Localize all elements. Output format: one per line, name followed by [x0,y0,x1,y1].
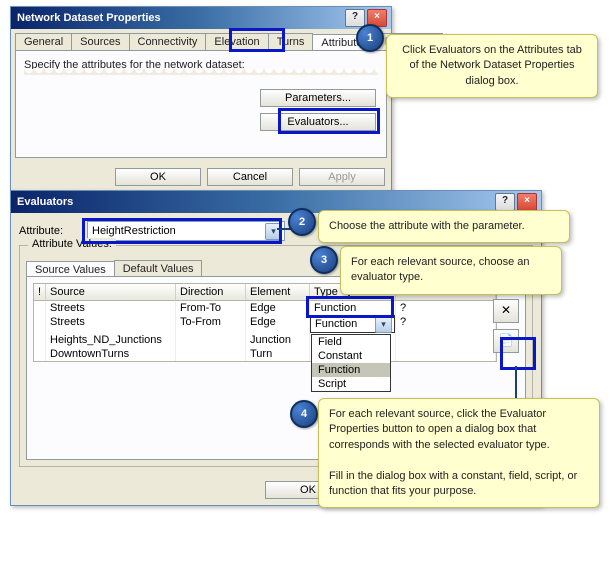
type-option[interactable]: Field [312,335,390,349]
cell-direction: From-To [176,301,246,315]
chevron-down-icon[interactable]: ▾ [265,223,282,240]
properties-icon: 📄 [499,333,514,347]
callout-number-2: 2 [288,208,316,236]
cell-direction [176,333,246,347]
subtab-default-values[interactable]: Default Values [114,260,203,277]
titlebar-props: Network Dataset Properties ? × [11,7,391,29]
type-option[interactable]: Constant [312,349,390,363]
table-row[interactable]: Streets From-To Edge Function ? [34,301,496,315]
callout-box-2: Choose the attribute with the parameter. [318,210,570,243]
callout-box-3: For each relevant source, choose an eval… [340,246,562,295]
cell-element: Edge [246,301,310,315]
callout-number-3: 3 [310,246,338,274]
table-row[interactable]: DowntownTurns Turn [34,347,496,361]
tab-elevation[interactable]: Elevation [205,33,268,50]
table-row[interactable]: Heights_ND_Junctions Junction [34,333,496,347]
cell-source: Streets [46,301,176,315]
col-direction[interactable]: Direction [176,284,246,301]
callout-number-1: 1 [356,24,384,52]
cell-direction: To-From [176,315,246,333]
parameters-button[interactable]: Parameters... [260,89,376,107]
cell-element: Junction [246,333,310,347]
type-option[interactable]: Script [312,377,390,391]
cell-value [396,333,496,347]
tab-turns[interactable]: Turns [268,33,314,50]
sources-grid: ! Source Direction Element Type Value St… [33,283,497,362]
x-icon: ✕ [501,303,511,317]
help-icon[interactable]: ? [495,193,515,211]
tabpanel-props: Specify the attributes for the network d… [15,50,387,158]
cell-source: Heights_ND_Junctions [46,333,176,347]
ok-button[interactable]: OK [115,168,201,186]
type-dropdown[interactable]: Field Constant Function Script [311,334,391,392]
attribute-select[interactable]: HeightRestriction ▾ [87,221,285,241]
help-icon[interactable]: ? [345,9,365,27]
tab-sources[interactable]: Sources [71,33,129,50]
cell-element: Edge [246,315,310,333]
chevron-down-icon[interactable]: ▾ [375,316,392,333]
evaluator-properties-button[interactable]: 📄 [493,329,519,353]
cell-element: Turn [246,347,310,361]
title-eval: Evaluators [17,196,493,208]
cell-source: Streets [46,315,176,333]
callout-box-1: Click Evaluators on the Attributes tab o… [386,34,598,98]
torn-edge [24,69,378,75]
type-option[interactable]: Function [312,363,390,377]
title-props: Network Dataset Properties [17,12,343,24]
buttonrow-props: OK Cancel Apply [11,162,391,192]
tab-connectivity[interactable]: Connectivity [129,33,207,50]
cell-source: DowntownTurns [46,347,176,361]
cell-value: ? [396,301,496,315]
leader-4 [515,366,517,401]
callout-box-4: For each relevant source, click the Eval… [318,398,600,508]
tabs-props: General Sources Connectivity Elevation T… [11,29,391,50]
cell-type: Function [310,301,396,315]
table-row[interactable]: Streets To-From Edge Function ▾ ? [34,315,496,333]
evaluators-button[interactable]: Evaluators... [260,113,376,131]
dialog-network-dataset-properties: Network Dataset Properties ? × General S… [10,6,392,193]
attribute-value: HeightRestriction [92,225,265,237]
cell-value: ? [396,315,496,333]
col-bang[interactable]: ! [34,284,46,301]
cell-direction [176,347,246,361]
col-element[interactable]: Element [246,284,310,301]
close-icon[interactable]: × [517,193,537,211]
cancel-button[interactable]: Cancel [207,168,293,186]
cell-type-select[interactable]: Function ▾ [310,315,396,333]
cell-value [396,347,496,361]
tab-general[interactable]: General [15,33,72,50]
callout-number-4: 4 [290,400,318,428]
attribute-label: Attribute: [19,225,79,237]
delete-button[interactable]: ✕ [493,299,519,323]
attribute-values-legend: Attribute Values: [28,238,116,250]
apply-button[interactable]: Apply [299,168,385,186]
col-source[interactable]: Source [46,284,176,301]
side-buttons: ✕ 📄 [493,299,519,353]
